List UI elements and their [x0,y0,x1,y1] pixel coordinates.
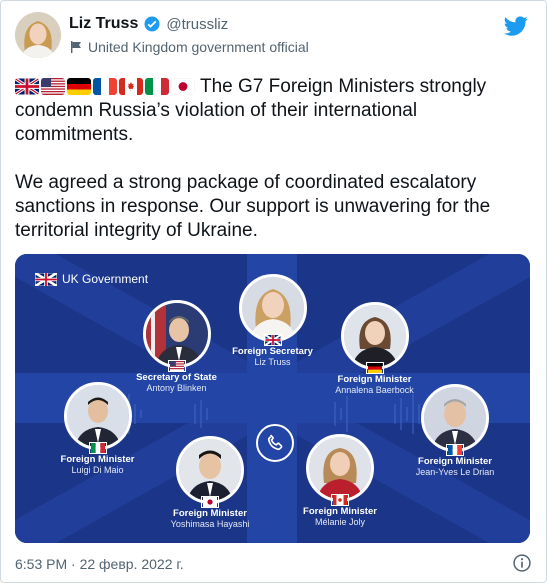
tweet-header: Liz Truss @trussliz United Kingdom gover… [15,12,532,60]
flag-jp-icon [171,78,195,95]
tweet-timestamp[interactable]: 6:53 PM · 22 февр. 2022 г. [15,556,184,572]
tweet-paragraph-2: We agreed a strong package of coordinate… [15,172,491,241]
flag-us-icon [41,78,65,95]
flag-uk-badge [263,334,282,346]
portrait-truss [238,274,307,342]
portrait-hayashi [176,436,244,504]
brand-label: UK Government [62,272,149,286]
author-name[interactable]: Liz Truss [69,15,138,33]
verified-badge-icon [144,16,160,32]
tweet-media-image[interactable]: UK Government Foreign Secretary Liz Trus… [15,254,530,543]
flag-de-badge [365,362,384,374]
info-icon[interactable] [512,553,532,573]
flag-ca-badge [331,494,349,506]
person-role: Foreign Minister [418,456,492,467]
affiliation-label: United Kingdom government official [69,39,309,55]
flag-ca-icon [119,78,143,95]
uk-flag-logo-icon [35,272,57,286]
portrait-joly [306,434,374,502]
person-name: Jean-Yves Le Drian [415,467,495,477]
person-card-ledrian: Foreign Minister Jean-Yves Le Drian [400,384,510,478]
tweet-card: Liz Truss @trussliz United Kingdom gover… [0,0,547,583]
person-card-baerbock: Foreign Minister Annalena Baerbock [322,302,427,396]
person-name: Yoshimasa Hayashi [170,519,250,529]
person-name: Liz Truss [254,357,291,367]
person-card-dimaio: Foreign Minister Luigi Di Maio [50,382,145,476]
avatar[interactable] [15,12,61,58]
phone-call-badge [256,424,294,462]
flag-fr-badge [446,444,464,456]
tweet-text: The G7 Foreign Ministers strongly condem… [15,75,525,243]
person-role: Foreign Secretary [232,346,313,357]
portrait-ledrian [421,384,489,452]
flag-it-badge [88,442,107,454]
flag-uk-icon [15,78,39,95]
person-role: Foreign Minister [303,506,377,517]
person-card-hayashi: Foreign Minister Yoshimasa Hayashi [160,436,260,530]
portrait-baerbock [340,302,409,370]
phone-icon [267,434,283,451]
person-name: Mélanie Joly [314,517,366,527]
portrait-dimaio [63,382,132,450]
author-handle[interactable]: @trussliz [166,16,228,33]
flag-jp-badge [201,496,219,508]
flag-fr-icon [93,78,117,95]
flag-emoji-row [15,78,195,95]
person-role: Foreign Minister [173,508,247,519]
affiliation-text: United Kingdom government official [88,39,309,55]
person-card-joly: Foreign Minister Mélanie Joly [290,434,390,528]
government-flag-icon [71,41,81,53]
author-line: Liz Truss @trussliz [69,15,228,33]
uk-government-logo: UK Government [35,272,148,286]
portrait-blinken [142,300,211,368]
flag-us-badge [167,360,186,372]
person-card-truss: Foreign Secretary Liz Truss [225,274,320,368]
flag-it-icon [145,78,169,95]
flag-de-icon [67,78,91,95]
twitter-bird-icon[interactable] [504,14,528,38]
person-role: Foreign Minister [60,454,135,465]
person-name: Luigi Di Maio [71,465,124,475]
person-card-blinken: Secretary of State Antony Blinken [129,300,224,394]
